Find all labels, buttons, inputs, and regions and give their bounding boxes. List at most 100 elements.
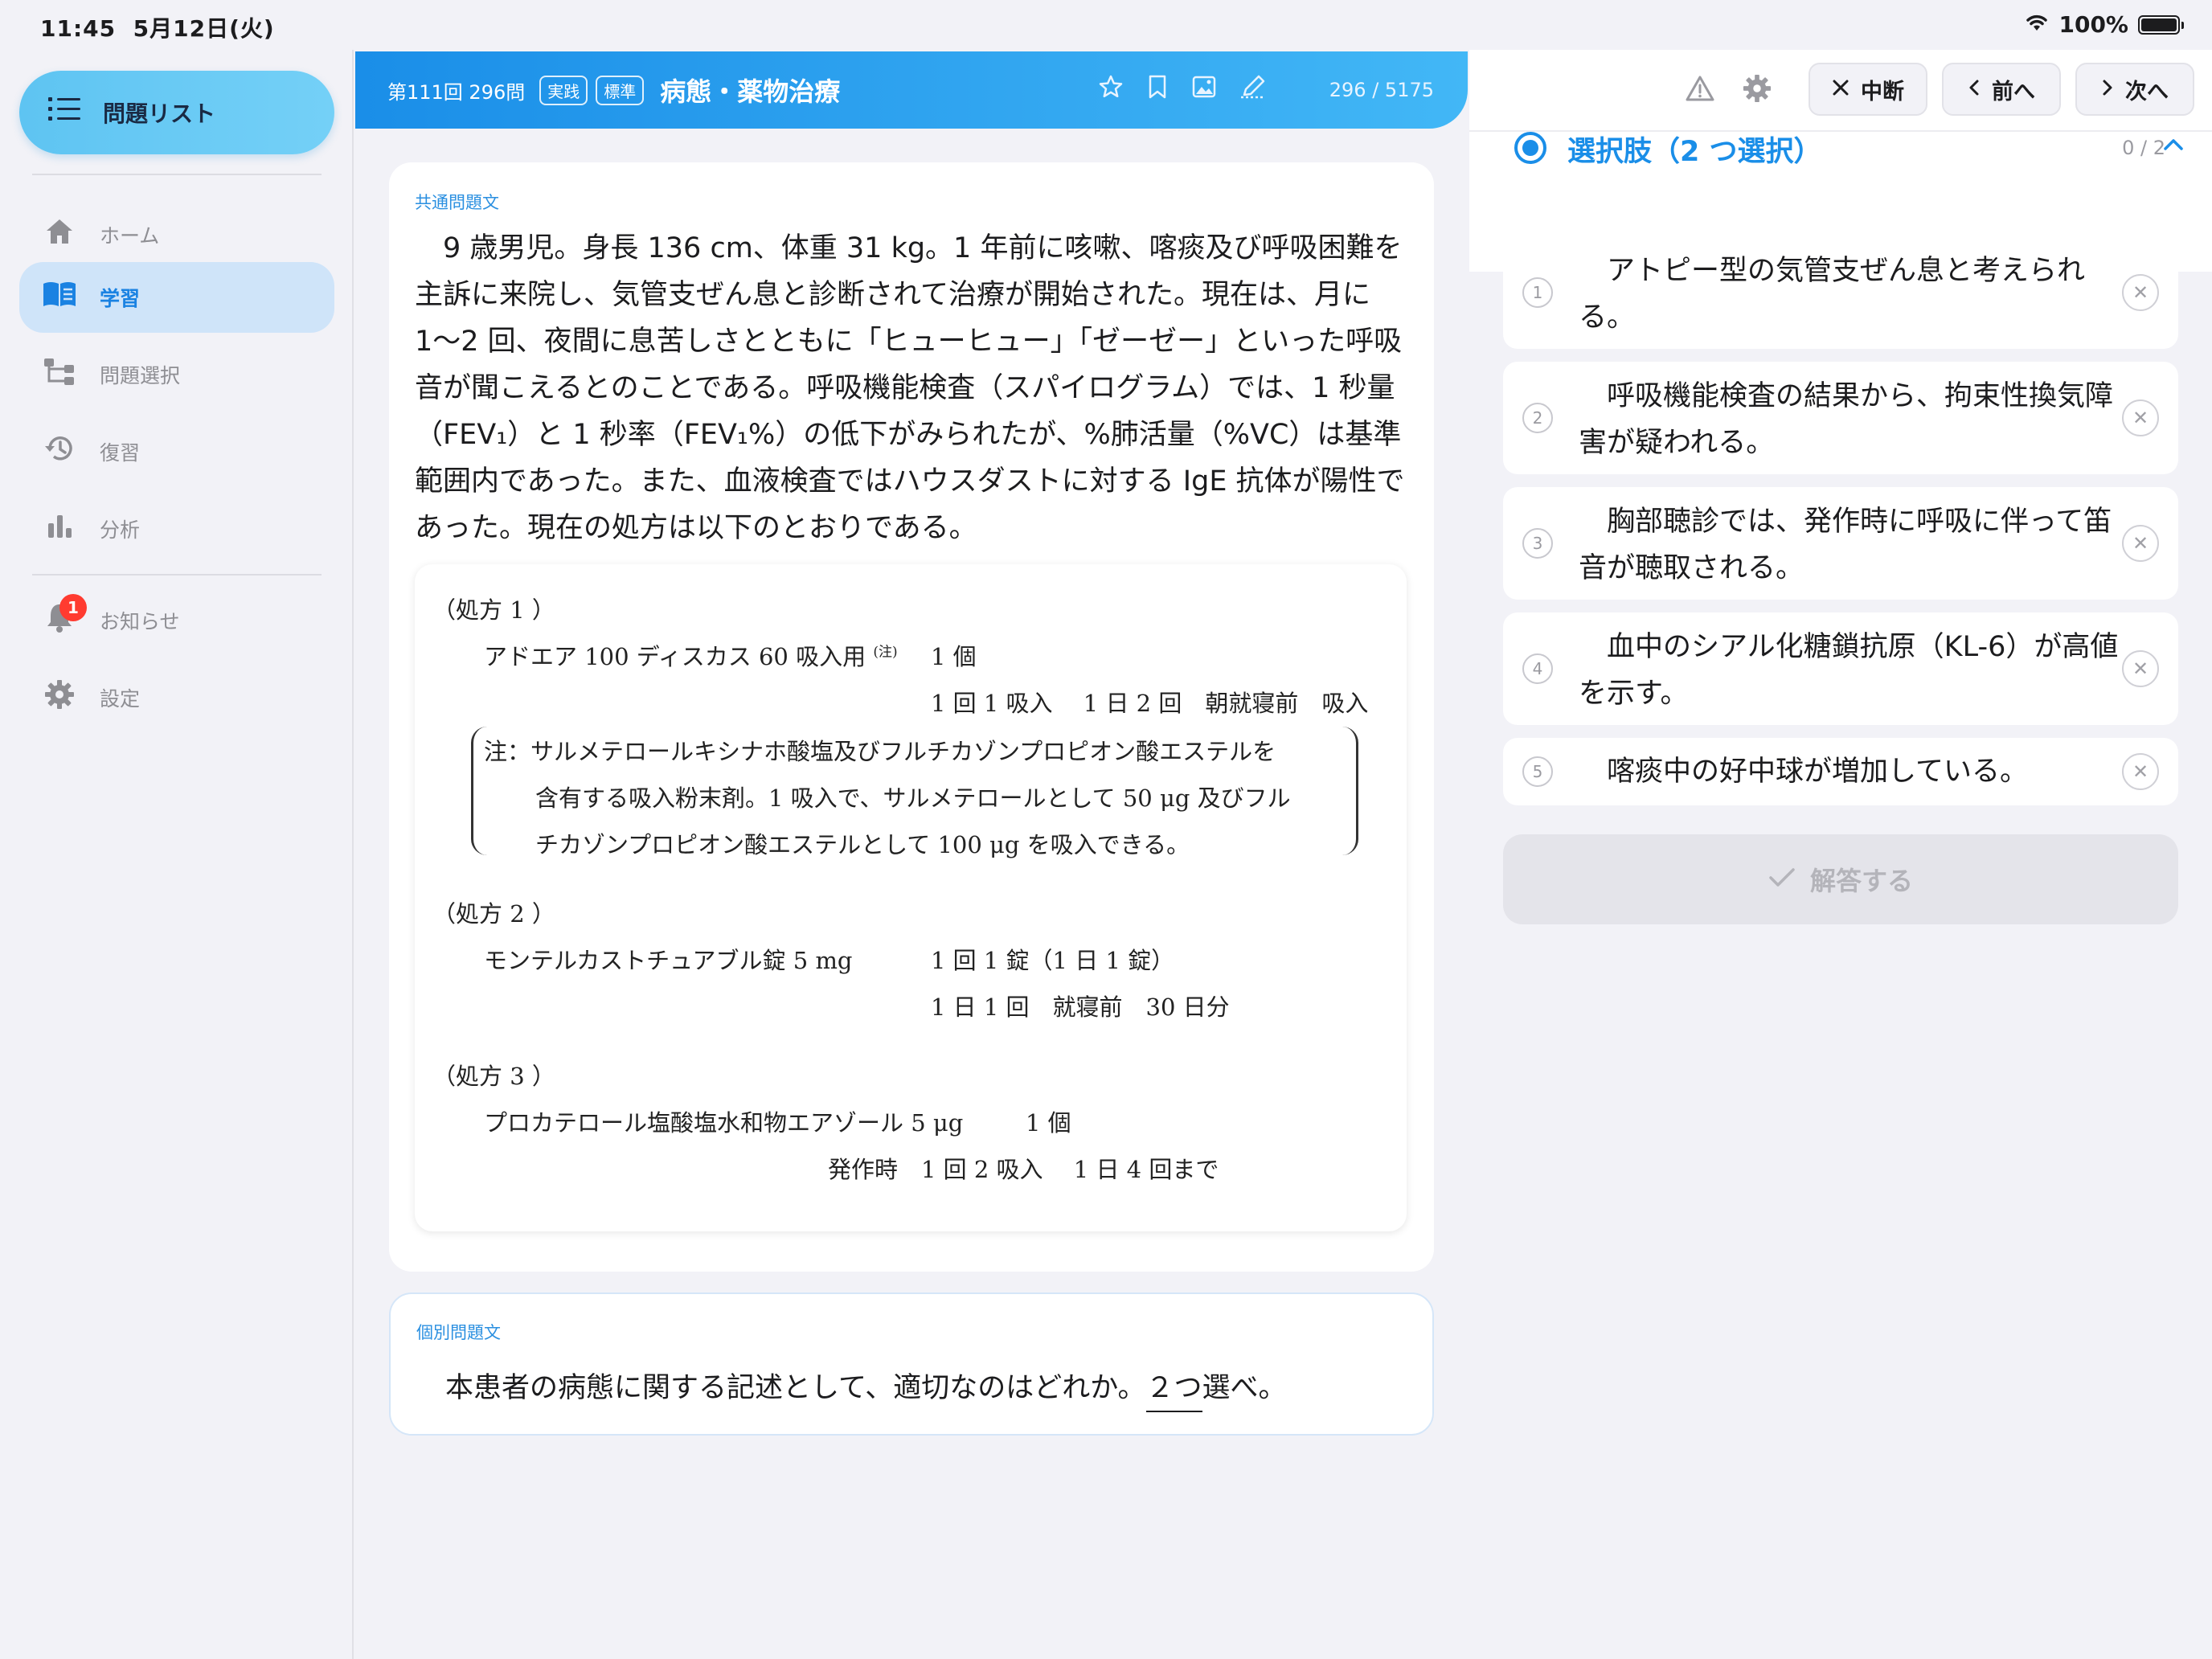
prev-label: 前へ — [1992, 79, 2035, 104]
specific-question-card: 個別問題文 本患者の病態に関する記述として、適切なのはどれか。２つ選べ。 — [389, 1292, 1434, 1436]
sidebar-item-settings[interactable]: 設定 — [19, 662, 334, 733]
chevron-up-icon — [2162, 129, 2185, 159]
rx1-drug-name: アドエア 100 ディスカス 60 吸入用 — [484, 643, 866, 670]
suspend-button[interactable]: 中断 — [1809, 63, 1927, 116]
answer-panel: 中断 前へ 次へ 選択肢（2 つ選択） 0 / 2 1 アトピー型の気管支ぜん息… — [1469, 50, 2212, 1632]
eliminate-choice-icon[interactable]: ✕ — [2122, 399, 2159, 436]
rx1-usage: 1 回 1 吸入 1 日 2 回 朝就寝前 吸入 — [931, 690, 1369, 717]
gear-icon[interactable] — [1743, 74, 1772, 110]
choice-option-3[interactable]: 3 胸部聴診では、発作時に呼吸に伴って笛音が聴取される。 ✕ — [1503, 487, 2178, 600]
gear-icon — [42, 679, 77, 717]
choice-option-4[interactable]: 4 血中のシアル化糖鎖抗原（KL-6）が高値を示す。 ✕ — [1503, 612, 2178, 725]
specific-question-end: 選べ。 — [1202, 1372, 1287, 1404]
rx1-title: （処方 1 ） — [432, 596, 555, 624]
sidebar: 問題リスト ホーム 学習 問題選択 復習 分析 1 お知らせ 設定 — [0, 50, 354, 1659]
submit-answer-label: 解答する — [1809, 866, 1913, 896]
choice-section-title: 選択肢（2 つ選択） — [1567, 136, 1822, 168]
specific-question-main: 本患者の病態に関する記述として、適切なのはどれか。 — [445, 1372, 1146, 1404]
common-question-label: 共通問題文 — [415, 193, 499, 212]
divider — [32, 174, 322, 175]
rx3-title: （処方 3 ） — [432, 1063, 555, 1090]
divider — [32, 574, 322, 576]
question-progress-count: 296 / 5175 — [1329, 79, 1434, 101]
sidebar-item-notifications[interactable]: 1 お知らせ — [19, 585, 334, 656]
question-list-button[interactable]: 問題リスト — [19, 71, 334, 154]
bar-chart-icon — [42, 512, 77, 547]
sidebar-item-home[interactable]: ホーム — [19, 199, 334, 270]
submit-answer-button[interactable]: 解答する — [1503, 834, 2178, 924]
eliminate-choice-icon[interactable]: ✕ — [2122, 650, 2159, 687]
choice-number: 3 — [1522, 528, 1553, 559]
sidebar-item-label: お知らせ — [100, 610, 180, 633]
sidebar-item-label: 学習 — [100, 287, 141, 310]
choice-number: 4 — [1522, 653, 1553, 684]
rx2-usage: 1 日 1 回 就寝前 30 日分 — [931, 993, 1230, 1021]
specific-question-label: 個別問題文 — [416, 1323, 501, 1342]
star-icon[interactable] — [1098, 74, 1124, 106]
select-count-emphasis: ２つ — [1145, 1372, 1202, 1412]
choice-option-1[interactable]: 1 アトピー型の気管支ぜん息と考えられる。 ✕ — [1503, 236, 2178, 349]
choice-text: アトピー型の気管支ぜん息と考えられる。 — [1579, 255, 2086, 334]
rx1-quantity: 1 個 — [931, 643, 977, 670]
sidebar-item-question-select[interactable]: 問題選択 — [19, 339, 334, 410]
tag-practice: 実践 — [539, 75, 588, 105]
book-icon — [42, 281, 77, 315]
sidebar-item-label: 分析 — [100, 518, 141, 542]
choice-option-5[interactable]: 5 喀痰中の好中球が増加している。 ✕ — [1503, 738, 2178, 805]
notification-badge: 1 — [59, 593, 87, 621]
wifi-icon — [2025, 11, 2049, 38]
battery-percent: 100% — [2058, 11, 2128, 38]
eliminate-choice-icon[interactable]: ✕ — [2122, 525, 2159, 562]
prev-button[interactable]: 前へ — [1942, 63, 2061, 116]
checkmark-icon — [1768, 864, 1796, 895]
history-icon — [42, 433, 77, 471]
choice-text: 胸部聴診では、発作時に呼吸に伴って笛音が聴取される。 — [1579, 506, 2112, 584]
next-button[interactable]: 次へ — [2075, 63, 2194, 116]
tag-difficulty: 標準 — [596, 75, 645, 105]
chevron-left-icon — [1968, 77, 1981, 102]
choice-number: 2 — [1522, 403, 1553, 433]
answer-toolbar: 中断 前へ 次へ — [1469, 50, 2212, 130]
question-list-label: 問題リスト — [103, 100, 216, 127]
sidebar-item-label: 復習 — [100, 441, 141, 465]
suspend-label: 中断 — [1861, 79, 1904, 104]
close-icon — [1832, 77, 1849, 102]
clock-date: 5月12日(火) — [133, 15, 275, 42]
choice-option-2[interactable]: 2 呼吸機能検査の結果から、拘束性換気障害が疑われる。 ✕ — [1503, 362, 2178, 474]
sidebar-item-label: ホーム — [100, 224, 160, 248]
warning-icon[interactable] — [1685, 74, 1715, 110]
sidebar-item-study[interactable]: 学習 — [19, 262, 334, 333]
rx1-drug: アドエア 100 ディスカス 60 吸入用 (注) — [484, 638, 898, 672]
status-indicators: 100% — [2025, 11, 2184, 38]
sidebar-item-label: 問題選択 — [100, 364, 181, 387]
memo-pencil-icon[interactable] — [1239, 74, 1267, 106]
battery-icon — [2138, 14, 2184, 35]
rx2-quantity: 1 回 1 錠（1 日 1 錠） — [931, 947, 1175, 974]
choice-text: 呼吸機能検査の結果から、拘束性換気障害が疑われる。 — [1579, 380, 2114, 459]
next-label: 次へ — [2125, 79, 2169, 104]
rx3-usage: 発作時 1 回 2 吸入 1 日 4 回まで — [828, 1156, 1219, 1183]
question-category-title: 病態・薬物治療 — [660, 76, 841, 107]
question-header: 第111回 296問 実践 標準 病態・薬物治療 296 / 5175 — [355, 51, 1468, 129]
rx2-title: （処方 2 ） — [432, 900, 555, 928]
list-icon — [48, 96, 80, 130]
chevron-right-icon — [2101, 77, 2114, 102]
sidebar-item-review[interactable]: 復習 — [19, 416, 334, 487]
common-question-text: 9 歳男児。身長 136 cm、体重 31 kg。1 年前に咳嗽、喀痰及び呼吸困… — [415, 232, 1405, 544]
eliminate-choice-icon[interactable]: ✕ — [2122, 753, 2159, 790]
common-question-card: 共通問題文 9 歳男児。身長 136 cm、体重 31 kg。1 年前に咳嗽、喀… — [389, 162, 1434, 1272]
eliminate-choice-icon[interactable]: ✕ — [2122, 274, 2159, 311]
bell-icon: 1 — [42, 593, 87, 640]
tree-icon — [42, 357, 77, 393]
radio-selected-icon — [1514, 132, 1546, 164]
status-bar: 11:45 5月12日(火) 100% — [0, 0, 2212, 50]
bookmark-icon[interactable] — [1146, 74, 1169, 106]
choice-text: 喀痰中の好中球が増加している。 — [1607, 756, 2028, 788]
sidebar-item-analysis[interactable]: 分析 — [19, 494, 334, 564]
choice-number: 5 — [1522, 756, 1553, 787]
image-icon[interactable] — [1191, 75, 1217, 105]
specific-question-text: 本患者の病態に関する記述として、適切なのはどれか。２つ選べ。 — [445, 1365, 1287, 1412]
choice-text: 血中のシアル化糖鎖抗原（KL-6）が高値を示す。 — [1579, 631, 2119, 710]
rx2-drug: モンテルカストチュアブル錠 5 mg — [484, 947, 853, 974]
prescription-box: （処方 1 ） アドエア 100 ディスカス 60 吸入用 (注) 1 個 1 … — [415, 564, 1407, 1231]
